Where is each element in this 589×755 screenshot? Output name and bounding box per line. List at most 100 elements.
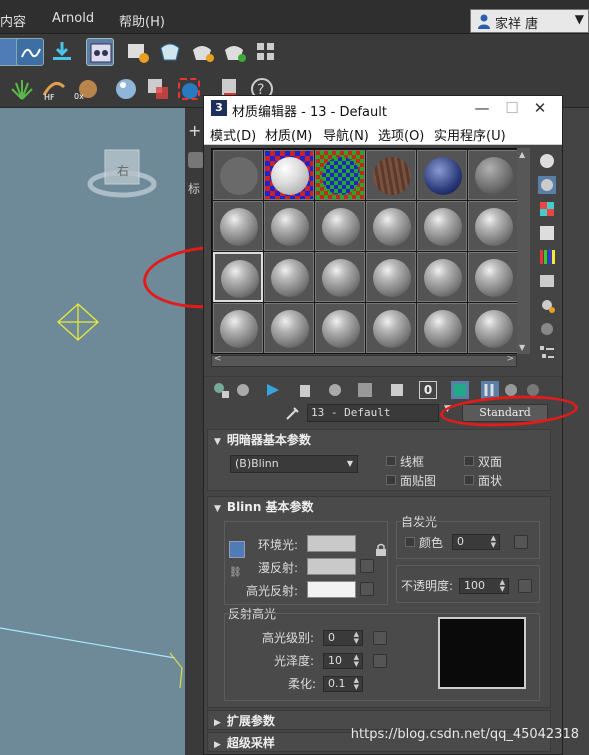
menu-content[interactable]: 内容 <box>0 11 26 30</box>
render-setup-icon[interactable] <box>124 38 152 66</box>
specular-level-spinner[interactable]: 0 ▲ ▼ <box>323 630 363 646</box>
specular-map-button[interactable] <box>360 582 374 596</box>
sample-slot-active[interactable] <box>213 252 263 302</box>
menu-help[interactable]: 帮助(H) <box>119 11 165 30</box>
rollout-header[interactable]: ▼ Blinn 基本参数 <box>208 497 550 517</box>
vertical-scrollbar[interactable]: ▲ ▼ <box>517 148 530 354</box>
cloth-icon[interactable]: 0x <box>72 75 100 103</box>
viewport-perspective[interactable]: 右 <box>0 108 190 755</box>
sample-slot[interactable] <box>213 201 263 251</box>
sample-slot[interactable] <box>213 150 263 200</box>
sample-slot[interactable] <box>264 252 314 302</box>
sample-slot[interactable] <box>417 252 467 302</box>
render-to-texture-icon[interactable] <box>252 38 280 66</box>
user-account-dropdown[interactable]: 家祥 唐 ▼ <box>470 9 589 33</box>
sample-slot[interactable] <box>417 201 467 251</box>
diffuse-color-swatch[interactable] <box>307 558 356 575</box>
lock-icon[interactable] <box>375 543 387 557</box>
sample-slot[interactable] <box>264 303 314 353</box>
options-icon[interactable] <box>538 296 556 314</box>
self-illum-color-checkbox[interactable] <box>405 537 415 547</box>
opacity-map-button[interactable] <box>518 579 532 593</box>
material-name-field[interactable]: 13 - Default <box>307 404 439 422</box>
backlight-icon[interactable] <box>538 176 556 194</box>
scroll-left-icon[interactable]: < <box>214 354 222 364</box>
scroll-up-icon[interactable]: ▲ <box>519 150 525 159</box>
sample-slot[interactable] <box>468 150 518 200</box>
put-to-scene-icon[interactable] <box>234 381 252 399</box>
foliage-icon[interactable] <box>8 75 36 103</box>
sample-slot[interactable] <box>366 303 416 353</box>
make-unique-icon[interactable] <box>356 381 374 399</box>
maximize-button[interactable]: ☐ <box>497 98 527 119</box>
put-to-library-icon[interactable] <box>388 381 406 399</box>
material-map-icon[interactable] <box>144 75 172 103</box>
sample-slot[interactable] <box>315 201 365 251</box>
material-editor-icon[interactable] <box>86 38 114 66</box>
self-illum-map-button[interactable] <box>514 535 528 549</box>
two-sided-checkbox[interactable] <box>464 456 474 466</box>
select-by-material-icon[interactable] <box>538 320 556 338</box>
sample-slot[interactable] <box>366 252 416 302</box>
material-editor-titlebar[interactable]: 3 材质编辑器 - 13 - Default — ☐ ✕ <box>204 96 562 121</box>
minimize-button[interactable]: — <box>467 98 497 119</box>
sample-slot[interactable] <box>315 303 365 353</box>
rollout-header[interactable]: ▼ 明暗器基本参数 <box>208 430 550 450</box>
render-iterative-icon[interactable] <box>220 38 248 66</box>
menu-options[interactable]: 选项(O) <box>378 125 424 144</box>
sample-slot[interactable] <box>417 303 467 353</box>
background-icon[interactable] <box>538 200 556 218</box>
sphere-material-icon[interactable] <box>112 75 140 103</box>
video-color-check-icon[interactable] <box>538 248 556 266</box>
sample-type-icon[interactable] <box>538 152 556 170</box>
box-select-icon[interactable] <box>178 78 200 100</box>
specular-color-swatch[interactable] <box>307 581 356 598</box>
reset-map-icon[interactable] <box>296 381 314 399</box>
panel-tab-icon[interactable] <box>188 152 204 168</box>
sample-slot[interactable] <box>366 150 416 200</box>
close-button[interactable]: ✕ <box>525 98 555 119</box>
shader-type-dropdown[interactable]: (B)Blinn ▼ <box>230 455 358 473</box>
make-copy-icon[interactable] <box>326 381 344 399</box>
sample-slot[interactable] <box>468 252 518 302</box>
layer-explorer-icon[interactable] <box>48 38 76 66</box>
menu-material[interactable]: 材质(M) <box>265 125 312 144</box>
diffuse-map-button[interactable] <box>360 559 374 573</box>
opacity-spinner[interactable]: 100 ▲ ▼ <box>459 578 509 594</box>
sample-slot[interactable] <box>366 201 416 251</box>
curve-editor-icon[interactable] <box>16 38 44 66</box>
faceted-checkbox[interactable] <box>464 475 474 485</box>
horizontal-scrollbar[interactable]: < > <box>211 354 517 367</box>
sample-slot[interactable] <box>315 150 365 200</box>
sample-slot[interactable] <box>417 150 467 200</box>
render-icon[interactable] <box>188 38 216 66</box>
scroll-down-icon[interactable]: ▼ <box>519 343 525 352</box>
material-map-navigator-icon[interactable] <box>538 344 556 362</box>
sample-uv-tiling-icon[interactable] <box>538 224 556 242</box>
glossiness-map-button[interactable] <box>373 654 387 668</box>
self-illum-spinner[interactable]: 0 ▲ ▼ <box>452 534 500 550</box>
scroll-right-icon[interactable]: > <box>506 354 514 364</box>
sample-slot[interactable] <box>264 201 314 251</box>
make-preview-icon[interactable] <box>538 272 556 290</box>
get-material-icon[interactable] <box>212 381 230 399</box>
wire-checkbox[interactable] <box>386 456 396 466</box>
lock-link-icon[interactable] <box>229 541 245 558</box>
specular-level-map-button[interactable] <box>373 631 387 645</box>
menu-arnold[interactable]: Arnold <box>52 11 94 26</box>
menu-mode[interactable]: 模式(D) <box>210 125 256 144</box>
face-map-checkbox[interactable] <box>386 475 396 485</box>
assign-to-selection-icon[interactable] <box>264 381 282 399</box>
sample-slot[interactable] <box>468 201 518 251</box>
rendered-frame-window-icon[interactable] <box>156 38 184 66</box>
show-shaded-material-icon[interactable] <box>451 381 469 399</box>
sample-slot[interactable] <box>264 150 314 200</box>
sample-slot[interactable] <box>315 252 365 302</box>
material-id-channel-icon[interactable]: 0 <box>419 381 437 399</box>
sample-slot[interactable] <box>213 303 263 353</box>
hair-fur-icon[interactable]: HF <box>40 75 68 103</box>
menu-utilities[interactable]: 实用程序(U) <box>434 125 506 144</box>
soften-spinner[interactable]: 0.1 ▲ ▼ <box>323 676 363 692</box>
sample-slot[interactable] <box>468 303 518 353</box>
ambient-color-swatch[interactable] <box>307 535 356 552</box>
